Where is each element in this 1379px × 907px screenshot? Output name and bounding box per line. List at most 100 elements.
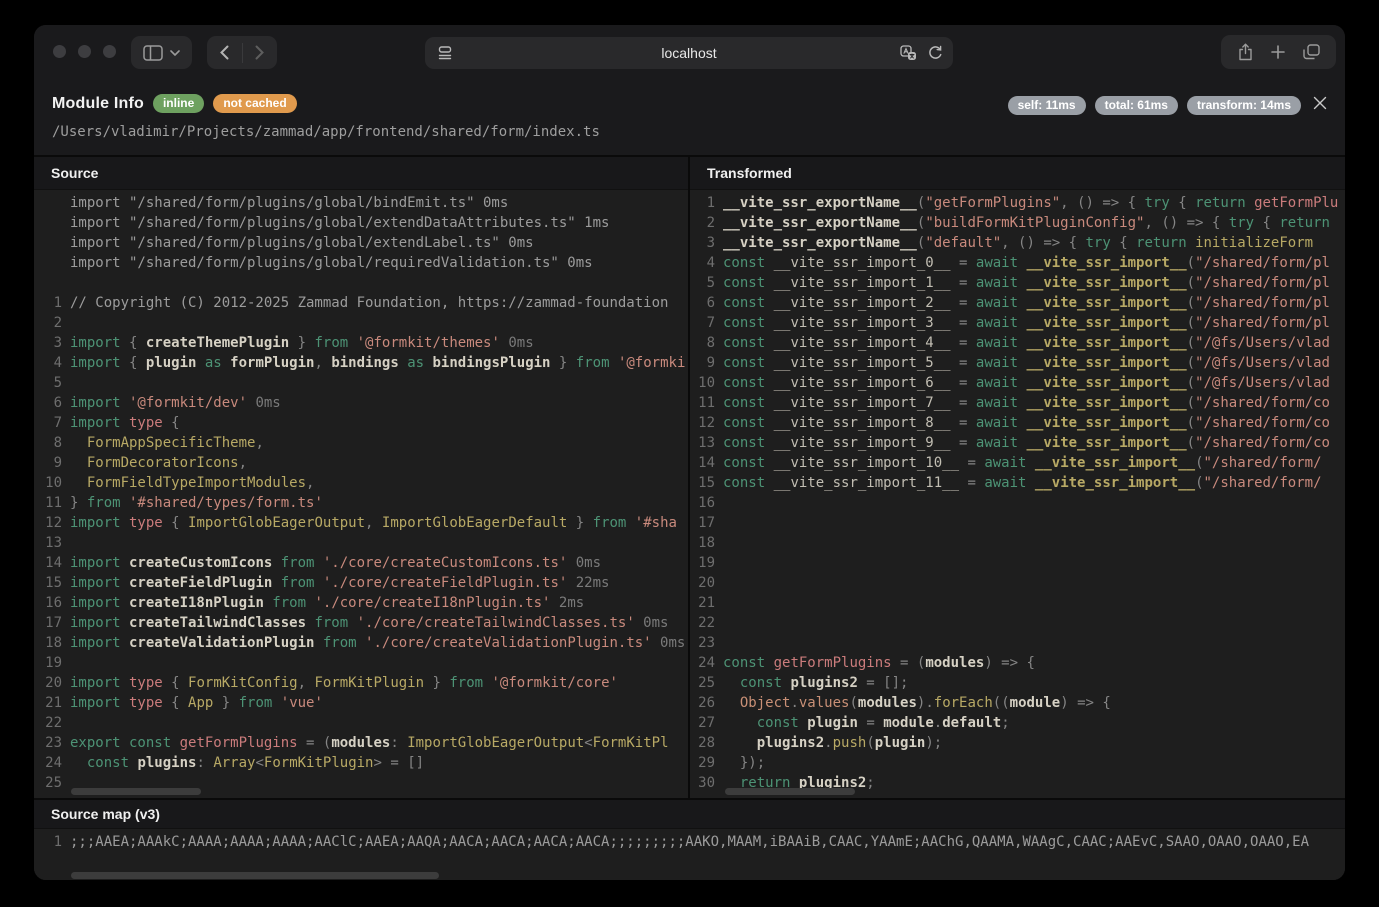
code-text: FormDecoratorIcons, — [70, 453, 688, 473]
line-number: 2 — [34, 313, 70, 333]
code-line: 9 FormDecoratorIcons, — [34, 453, 688, 473]
line-number: 25 — [690, 673, 723, 693]
source-horizontal-scrollbar[interactable] — [71, 788, 201, 795]
code-text: const __vite_ssr_import_4__ = await __vi… — [723, 333, 1345, 353]
code-line: 13 — [34, 533, 688, 553]
line-number: 9 — [34, 453, 70, 473]
window-controls — [53, 45, 116, 58]
line-number: 22 — [690, 613, 723, 633]
translate-icon[interactable] — [900, 45, 917, 61]
traffic-light-minimize[interactable] — [78, 45, 91, 58]
chevron-down-icon[interactable] — [170, 50, 180, 56]
code-text: FormFieldTypeImportModules, — [70, 473, 688, 493]
line-number: 1 — [34, 832, 70, 852]
line-number: 30 — [690, 773, 723, 793]
code-line: 8 FormAppSpecificTheme, — [34, 433, 688, 453]
address-bar[interactable]: localhost — [425, 37, 953, 69]
line-number — [34, 253, 70, 273]
line-number: 20 — [34, 673, 70, 693]
code-line: 3__vite_ssr_exportName__("default", () =… — [690, 233, 1345, 253]
sourcemap-panel: Source map (v3) 1;;;AAEA;AAAkC;AAAA;AAAA… — [34, 798, 1345, 880]
code-text — [70, 373, 688, 393]
page-title: Module Info — [52, 95, 144, 113]
code-text: import type { — [70, 413, 688, 433]
code-line: 10 FormFieldTypeImportModules, — [34, 473, 688, 493]
code-line: 24const getFormPlugins = (modules) => { — [690, 653, 1345, 673]
line-number: 4 — [34, 353, 70, 373]
line-number: 27 — [690, 713, 723, 733]
code-line: 20import type { FormKitConfig, FormKitPl… — [34, 673, 688, 693]
code-text — [723, 513, 1345, 533]
code-text — [70, 313, 688, 333]
sidebar-icon[interactable] — [143, 45, 163, 61]
code-text — [70, 533, 688, 553]
code-line: 29 }); — [690, 753, 1345, 773]
line-number: 5 — [690, 273, 723, 293]
code-line: 14const __vite_ssr_import_10__ = await _… — [690, 453, 1345, 473]
browser-toolbar: localhost — [34, 25, 1345, 80]
line-number: 11 — [34, 493, 70, 513]
code-text: const getFormPlugins = (modules) => { — [723, 653, 1345, 673]
code-line: 20 — [690, 573, 1345, 593]
close-icon[interactable] — [1309, 92, 1331, 114]
code-text: const __vite_ssr_import_0__ = await __vi… — [723, 253, 1345, 273]
code-line: 21import type { App } from 'vue' — [34, 693, 688, 713]
code-text: import "/shared/form/plugins/global/exte… — [70, 233, 688, 253]
source-panel-title: Source — [34, 157, 688, 190]
line-number: 24 — [690, 653, 723, 673]
line-number: 21 — [690, 593, 723, 613]
share-icon[interactable] — [1238, 43, 1253, 61]
status-badge-inline: inline — [153, 94, 204, 113]
traffic-light-close[interactable] — [53, 45, 66, 58]
line-number: 25 — [34, 773, 70, 793]
code-text: const __vite_ssr_import_9__ = await __vi… — [723, 433, 1345, 453]
code-text: Object.values(modules).forEach((module) … — [723, 693, 1345, 713]
code-text: export const getFormPlugins = (modules: … — [70, 733, 688, 753]
forward-icon[interactable] — [243, 45, 277, 60]
transformed-horizontal-scrollbar[interactable] — [725, 788, 855, 795]
reload-icon[interactable] — [928, 45, 943, 61]
code-text: const __vite_ssr_import_7__ = await __vi… — [723, 393, 1345, 413]
code-text: const plugins2 = []; — [723, 673, 1345, 693]
line-number: 18 — [34, 633, 70, 653]
code-line: 14import createCustomIcons from './core/… — [34, 553, 688, 573]
code-line: import "/shared/form/plugins/global/exte… — [34, 213, 688, 233]
line-number: 14 — [690, 453, 723, 473]
line-number: 13 — [690, 433, 723, 453]
code-text: import type { FormKitConfig, FormKitPlug… — [70, 673, 688, 693]
module-info-header: Module Info inline not cached /Users/vla… — [34, 80, 1345, 157]
code-text: const __vite_ssr_import_1__ = await __vi… — [723, 273, 1345, 293]
code-text: import createFieldPlugin from './core/cr… — [70, 573, 688, 593]
code-text: __vite_ssr_exportName__("default", () =>… — [723, 233, 1345, 253]
code-text: // Copyright (C) 2012-2025 Zammad Founda… — [70, 293, 688, 313]
code-text: import { createThemePlugin } from '@form… — [70, 333, 688, 353]
line-number: 26 — [690, 693, 723, 713]
code-line: 13const __vite_ssr_import_9__ = await __… — [690, 433, 1345, 453]
code-line: 5 — [34, 373, 688, 393]
timing-badge-transform: transform: 14ms — [1187, 96, 1301, 115]
code-text: const __vite_ssr_import_3__ = await __vi… — [723, 313, 1345, 333]
line-number: 6 — [690, 293, 723, 313]
code-line: import "/shared/form/plugins/global/exte… — [34, 233, 688, 253]
code-text: import createTailwindClasses from './cor… — [70, 613, 688, 633]
code-line: 5const __vite_ssr_import_1__ = await __v… — [690, 273, 1345, 293]
code-line: 7import type { — [34, 413, 688, 433]
line-number: 15 — [690, 473, 723, 493]
back-icon[interactable] — [208, 45, 242, 60]
code-line: 10const __vite_ssr_import_6__ = await __… — [690, 373, 1345, 393]
code-line: 2 — [34, 313, 688, 333]
new-tab-icon[interactable] — [1271, 45, 1285, 59]
code-text: import createI18nPlugin from './core/cre… — [70, 593, 688, 613]
traffic-light-zoom[interactable] — [103, 45, 116, 58]
line-number: 22 — [34, 713, 70, 733]
code-line: 23 — [690, 633, 1345, 653]
code-line: 12const __vite_ssr_import_8__ = await __… — [690, 413, 1345, 433]
code-line: 21 — [690, 593, 1345, 613]
code-line: 26 Object.values(modules).forEach((modul… — [690, 693, 1345, 713]
line-number: 11 — [690, 393, 723, 413]
line-number — [34, 213, 70, 233]
sourcemap-horizontal-scrollbar[interactable] — [71, 872, 439, 879]
line-number: 19 — [34, 653, 70, 673]
code-line: 6const __vite_ssr_import_2__ = await __v… — [690, 293, 1345, 313]
tabs-overview-icon[interactable] — [1303, 44, 1320, 60]
